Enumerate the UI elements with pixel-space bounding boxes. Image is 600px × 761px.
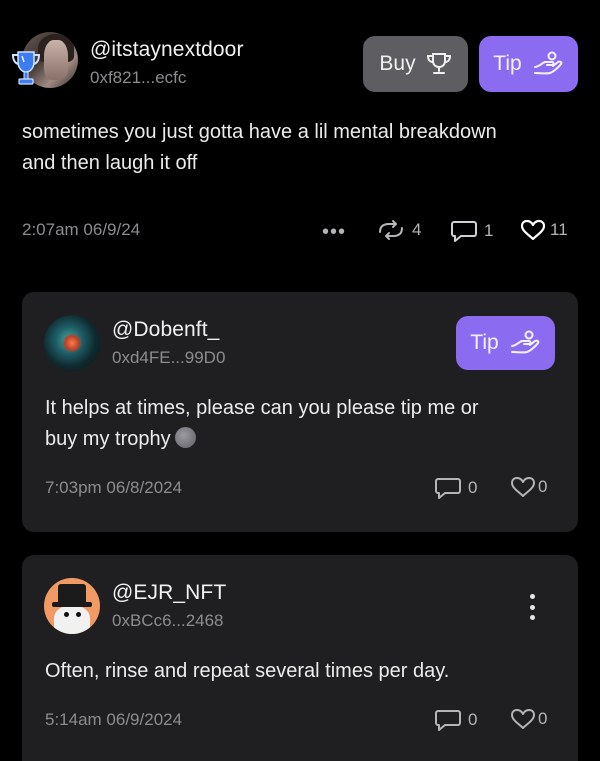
post-text: sometimes you just gotta have a lil ment… (22, 117, 578, 179)
avatar[interactable] (44, 578, 100, 634)
avatar-face (44, 40, 68, 80)
kebab-menu-icon[interactable] (526, 594, 538, 620)
like-count: 11 (550, 220, 568, 239)
repost-count: 4 (412, 220, 422, 239)
comment-button[interactable]: 0 (434, 708, 477, 732)
author-username[interactable]: @itstaynextdoor (90, 38, 244, 62)
comment-icon (435, 478, 461, 499)
post-text-line: sometimes you just gotta have a lil ment… (22, 121, 497, 143)
like-button[interactable]: 0 (510, 476, 547, 498)
post-timestamp: 2:07am 06/9/24 (22, 220, 141, 239)
avatar-detail (52, 602, 92, 607)
comment-count: 0 (468, 478, 478, 497)
tip-button[interactable]: Tip (479, 36, 578, 92)
avatar-detail (54, 606, 90, 634)
tip-button-label: Tip (470, 331, 499, 354)
reply-text-line-with-emoji: buy my trophy (45, 424, 555, 455)
like-button[interactable]: 0 (510, 708, 547, 730)
avatar-detail (58, 584, 86, 604)
post-text-line: and then laugh it off (22, 152, 198, 174)
heart-icon (520, 219, 546, 241)
buy-button[interactable]: Buy (363, 36, 468, 92)
like-button[interactable]: 11 (520, 219, 568, 241)
reply-username[interactable]: @EJR_NFT (112, 581, 226, 605)
tip-hand-icon (510, 330, 539, 354)
like-count: 0 (538, 477, 548, 496)
moon-emoji-icon (174, 427, 196, 448)
comment-button[interactable]: 0 (434, 476, 477, 500)
comment-icon (451, 221, 477, 242)
ellipsis-icon[interactable]: ••• (322, 221, 346, 244)
avatar[interactable] (44, 315, 100, 371)
reply-text: Often, rinse and repeat several times pe… (45, 660, 450, 682)
author-address: 0xf821...ecfc (90, 68, 187, 87)
repost-button[interactable]: 4 (376, 219, 421, 241)
tip-hand-icon (533, 51, 562, 75)
avatar-detail (64, 612, 69, 617)
reply-username[interactable]: @Dobenft_ (112, 318, 219, 342)
buy-button-label: Buy (379, 52, 416, 75)
reply-text-line: It helps at times, please can you please… (45, 397, 479, 419)
like-count: 0 (538, 709, 548, 728)
avatar-detail (76, 612, 81, 617)
comment-icon (435, 710, 461, 731)
trophy-icon (426, 53, 451, 74)
comment-count: 1 (484, 221, 494, 240)
tip-button[interactable]: Tip (456, 316, 555, 370)
tip-button-label: Tip (493, 52, 522, 75)
reply-address: 0xBCc6...2468 (112, 611, 224, 630)
comment-count: 0 (468, 710, 478, 729)
main-post: @itstaynextdoor 0xf821...ecfc Buy Tip so… (0, 0, 600, 270)
heart-icon (511, 477, 535, 497)
reply-timestamp: 5:14am 06/9/2024 (45, 710, 183, 729)
reply-timestamp: 7:03pm 06/8/2024 (45, 478, 183, 497)
trophy-icon (11, 51, 41, 85)
comment-button[interactable]: 1 (450, 219, 493, 243)
repost-icon (379, 220, 403, 240)
reply-address: 0xd4FE...99D0 (112, 348, 226, 367)
reply-text-line: buy my trophy (45, 428, 171, 450)
heart-icon (511, 709, 535, 729)
avatar-detail (62, 333, 82, 353)
reply-text: It helps at times, please can you please… (45, 393, 555, 455)
